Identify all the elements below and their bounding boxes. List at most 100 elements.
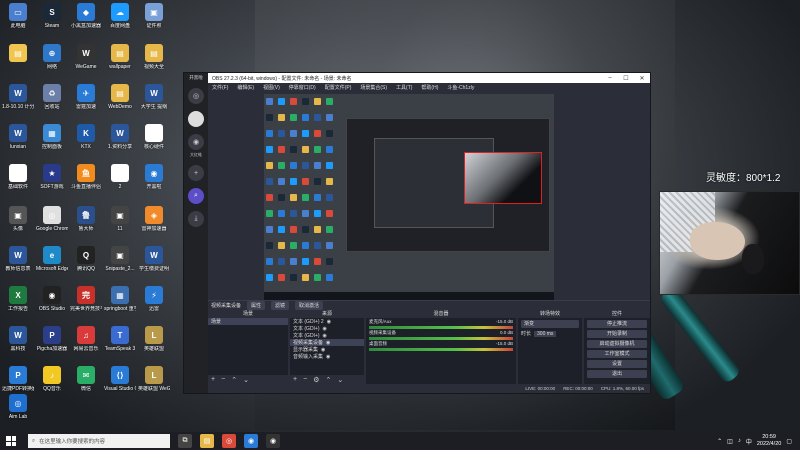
desktop-icon[interactable]: ▣ Snipaste_2... — [104, 246, 136, 272]
desktop-icon[interactable]: W 1.8-10.10 计分比例 — [2, 84, 34, 110]
desktop-icon[interactable]: ▦ 控制面板 — [36, 124, 68, 150]
desktop-icon[interactable]: ✈ 雷霆加速 — [70, 84, 102, 110]
desktop-icon[interactable]: ◎ Aim Lab — [2, 394, 34, 420]
source-down-icon[interactable]: ⌄ — [337, 376, 343, 384]
visibility-icon[interactable]: ◉ — [326, 354, 330, 360]
desktop-icon[interactable]: W WeGame — [70, 44, 102, 70]
desktop-icon[interactable]: Wlunxian — [2, 124, 34, 150]
preview-canvas[interactable] — [264, 94, 554, 300]
desktop-icon[interactable]: ★ SOFT游戏 — [36, 164, 68, 190]
desktop-icon[interactable]: 鲁鲁大师 — [70, 206, 102, 232]
desktop-icon[interactable]: ⚡ 迅雷 — [138, 286, 170, 312]
desktop-icon[interactable]: W 学生缴费证明 — [138, 246, 170, 272]
desktop-icon[interactable]: S Steam — [36, 3, 68, 29]
desktop-icon[interactable]: W 大学生 提纲 — [138, 84, 170, 110]
desktop-icon[interactable]: X 工作报告 — [2, 286, 34, 312]
desktop-icon[interactable]: ◉ OBS Studio — [36, 286, 68, 312]
desktop-icon[interactable]: e Microsoft Edge — [36, 246, 68, 272]
menu-item[interactable]: 帮助(H) — [421, 84, 438, 91]
desktop-icon[interactable]: ▤ WebDemo — [104, 84, 136, 110]
desktop-icon[interactable]: K KTX — [70, 124, 102, 150]
desktop-icon[interactable]: ◎ Google Chrome — [36, 206, 68, 232]
desktop-icon[interactable]: ♪ QQ音乐 — [36, 366, 68, 392]
desktop-icon[interactable]: ✉ 微信 — [70, 366, 102, 392]
visibility-icon[interactable]: ◉ — [323, 326, 327, 332]
file-explorer-icon[interactable]: ▤ — [200, 434, 214, 448]
desktop-icon[interactable]: ⊕ 网络 — [36, 44, 68, 70]
desktop-icon[interactable]: 完完美世界竞技平台 — [70, 286, 102, 312]
chrome-icon[interactable]: ◎ — [222, 434, 236, 448]
desktop-icon[interactable]: ▭ 2 — [104, 164, 136, 190]
desktop-icon[interactable]: ▤ 视频大全 — [138, 44, 170, 70]
desktop-icon[interactable]: ▣ 11 — [104, 206, 136, 232]
task-view-icon[interactable]: ⧉ — [178, 434, 192, 448]
transition-select[interactable]: 渐变 — [521, 320, 579, 328]
desktop-icon[interactable]: ▭ 核心硬件 — [138, 124, 170, 150]
taskbar-search[interactable]: ⌕ 在这里输入你要搜索的内容 — [28, 434, 170, 448]
close-icon[interactable]: ✕ — [634, 75, 650, 82]
ime-icon[interactable]: 中 — [746, 437, 752, 446]
source-item[interactable]: 显示器采集 ◉ — [290, 346, 364, 354]
chevron-up-icon[interactable]: ⌃ — [717, 438, 722, 445]
control-button[interactable]: 设置 — [587, 360, 647, 368]
add-source-icon[interactable]: + — [293, 376, 297, 383]
filters-button[interactable]: 滤镜 — [271, 301, 290, 310]
remove-source-icon[interactable]: − — [303, 376, 307, 383]
menu-item[interactable]: 工具(T) — [396, 84, 412, 91]
desktop-icon[interactable]: T TeamSpeak 3 — [104, 326, 136, 352]
desktop-icon[interactable]: ◆ 小黑盒加速器 — [70, 3, 102, 29]
server-icon[interactable]: ◉ — [188, 134, 204, 150]
menu-item[interactable]: 配置文件(P) — [325, 84, 352, 91]
control-button[interactable]: 停止推流 — [587, 320, 647, 328]
obs-icon[interactable]: ◉ — [266, 434, 280, 448]
desktop-icon[interactable]: L 英雄联盟 WeGame版 — [138, 366, 170, 392]
desktop-icon[interactable]: ▣ 头像 — [2, 206, 34, 232]
source-item[interactable]: 音频输入采集 ◉ — [290, 353, 364, 361]
desktop-icon[interactable]: Q 腾讯QQ — [70, 246, 102, 272]
desktop-icon[interactable]: ▭ 基础软件 — [2, 164, 34, 190]
desktop-icon[interactable]: ▭ 此电脑 — [2, 3, 34, 29]
source-settings-icon[interactable]: ⚙ — [313, 376, 319, 384]
menu-item[interactable]: 停靠窗口(D) — [289, 84, 316, 91]
duration-input[interactable]: 300 ms — [534, 330, 557, 337]
source-up-icon[interactable]: ⌃ — [325, 376, 331, 384]
network-icon[interactable]: ◫ — [727, 438, 733, 445]
desktop-icon[interactable]: P Pigcha加速器 — [36, 326, 68, 352]
control-button[interactable]: 启动虚拟摄像机 — [587, 340, 647, 348]
move-up-icon[interactable]: ⌃ — [231, 376, 237, 384]
download-icon[interactable]: ⤓ — [188, 211, 204, 227]
desktop-icon[interactable]: ▤ wallpaper — [104, 44, 136, 70]
desktop-icon[interactable]: W 黑科技 — [2, 326, 34, 352]
notification-icon[interactable]: ▢ — [786, 438, 792, 445]
menu-item[interactable]: 斗鱼-Ch1zly — [447, 84, 474, 91]
add-scene-icon[interactable]: + — [211, 376, 215, 383]
avatar[interactable] — [188, 111, 204, 127]
scene-item[interactable]: 场景 — [208, 318, 288, 325]
desktop-icon[interactable]: ◈ 雷神加速器 — [138, 206, 170, 232]
start-button[interactable] — [4, 434, 18, 448]
maximize-icon[interactable]: ☐ — [618, 75, 634, 82]
source-item[interactable]: 文本 (GDI+) ◉ — [290, 332, 364, 340]
menu-item[interactable]: 视图(V) — [263, 84, 280, 91]
desktop-icon[interactable]: ◉ 开黑啦 — [138, 164, 170, 190]
desktop-icon[interactable]: W 1.资料分享 — [104, 124, 136, 150]
volume-meter[interactable] — [369, 337, 513, 340]
desktop-icon[interactable]: ▤ — [2, 44, 34, 64]
visibility-icon[interactable]: ◉ — [326, 340, 330, 346]
source-item[interactable]: 视频采集设备 ◉ — [290, 339, 364, 346]
obs-window[interactable]: 开黑啦 ◎ ◉ 大红蛙 + ⌕ ⤓ OBS 27.2.3 (64-bit, wi… — [183, 72, 651, 394]
menu-item[interactable]: 场景集合(S) — [360, 84, 387, 91]
search-icon[interactable]: ⌕ — [188, 188, 204, 204]
source-item[interactable]: 文本 (GDI+) ◉ — [290, 325, 364, 333]
properties-button[interactable]: 属性 — [247, 301, 266, 310]
visibility-icon[interactable]: ◉ — [321, 347, 325, 353]
desktop-icon[interactable]: ▣ 证件照 — [138, 3, 170, 29]
volume-icon[interactable]: ♪ — [738, 438, 741, 444]
desktop-icon[interactable]: L 英雄联盟 — [138, 326, 170, 352]
add-server-icon[interactable]: + — [188, 165, 204, 181]
control-button[interactable]: 工作室模式 — [587, 350, 647, 358]
minimize-icon[interactable]: – — [602, 75, 618, 81]
desktop-icon[interactable]: ▦ springboot 重学 — [104, 286, 136, 312]
desktop-icon[interactable]: 鱼斗鱼直播伴侣 — [70, 164, 102, 190]
obs-titlebar[interactable]: OBS 27.2.3 (64-bit, windows) - 配置文件: 未命名… — [208, 73, 650, 83]
